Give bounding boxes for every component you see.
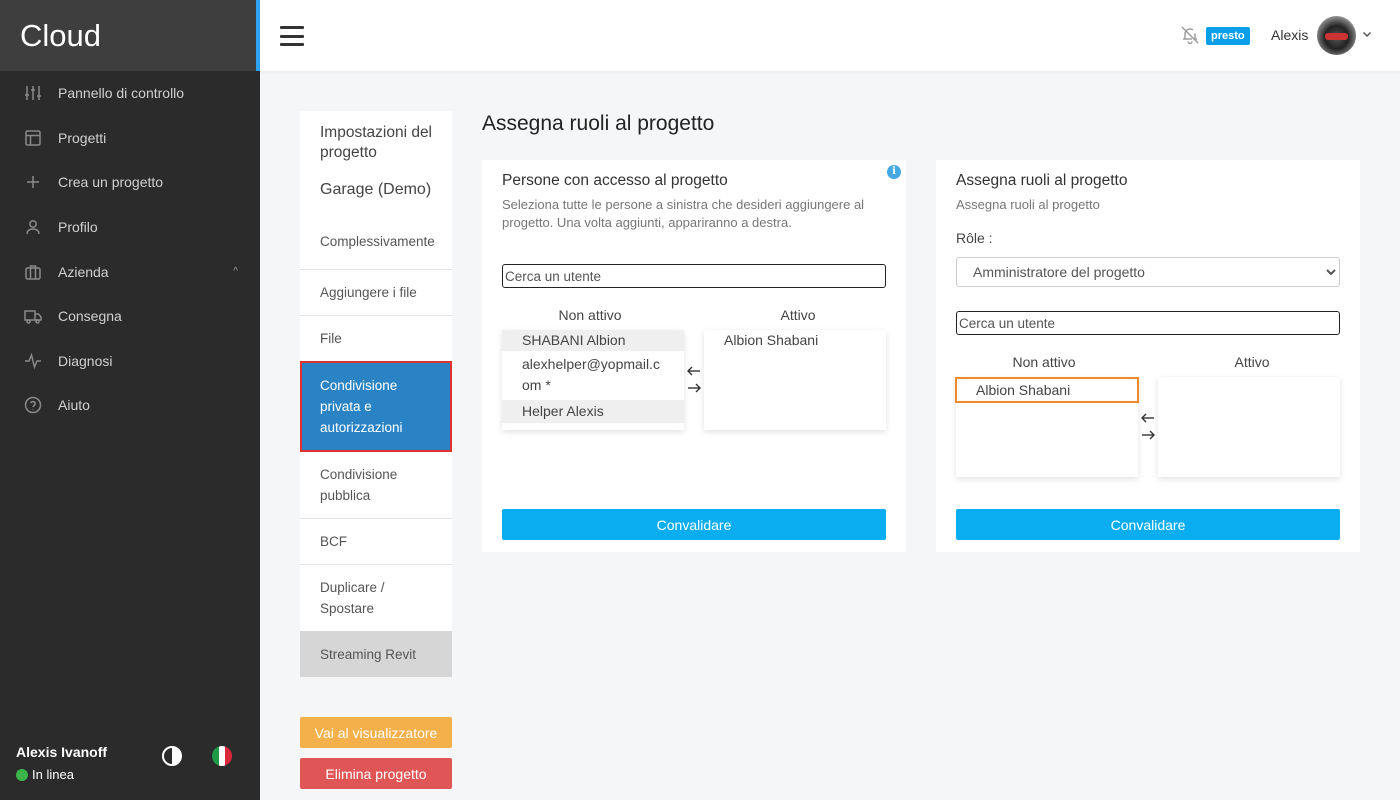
- italian-flag-icon[interactable]: [212, 746, 232, 766]
- sidebar-item-label: Aiuto: [58, 397, 90, 414]
- sidebar-item-label: Consegna: [58, 308, 122, 325]
- transfer-arrows-icon[interactable]: [1141, 410, 1155, 444]
- sidebar-item-label: Pannello di controllo: [58, 85, 185, 102]
- chevron-down-icon[interactable]: [1362, 29, 1372, 39]
- info-icon[interactable]: i: [887, 165, 901, 179]
- sidebar-item-label: Progetti: [58, 129, 107, 146]
- settings-item-bcf[interactable]: BCF: [300, 518, 452, 564]
- bell-off-icon[interactable]: [1180, 25, 1200, 45]
- avatar[interactable]: [1317, 16, 1356, 55]
- list-item[interactable]: Albion Shabani: [704, 330, 886, 351]
- delete-project-button[interactable]: Elimina progetto: [300, 758, 452, 789]
- sidebar-item-label: Azienda: [58, 263, 109, 280]
- page-title: Assegna ruoli al progetto: [482, 112, 715, 135]
- access-card-title: Persone con accesso al progetto: [502, 172, 728, 189]
- settings-heading: Impostazioni del progetto: [300, 111, 452, 163]
- sidebar-item-label: Profilo: [58, 219, 98, 236]
- list-item[interactable]: SHABANI Albion: [502, 330, 684, 351]
- inactive-column-label: Non attivo: [558, 307, 622, 323]
- topbar-username[interactable]: Alexis: [1271, 27, 1308, 43]
- sidebar-item-delivery[interactable]: Consegna: [0, 294, 260, 339]
- access-search-input[interactable]: [502, 264, 886, 288]
- sidebar-user-status: In linea: [16, 767, 246, 782]
- contrast-toggle-icon[interactable]: [162, 746, 182, 766]
- layout-icon: [25, 130, 41, 146]
- sidebar-item-label: Diagnosi: [58, 352, 113, 369]
- project-name: Garage (Demo): [300, 163, 452, 213]
- active-column-label: Attivo: [1234, 354, 1270, 370]
- sidebar-item-label: Crea un progetto: [58, 174, 164, 191]
- access-card: i Persone con accesso al progetto Selezi…: [482, 160, 906, 552]
- active-column-label: Attivo: [780, 307, 816, 323]
- presto-badge: presto: [1206, 27, 1250, 45]
- briefcase-icon: [25, 264, 41, 280]
- settings-item-add-files[interactable]: Aggiungere i file: [300, 269, 452, 315]
- access-card-subtitle: Seleziona tutte le persone a sinistra ch…: [502, 197, 865, 230]
- inactive-roles-list: Albion Shabani: [955, 377, 1139, 477]
- truck-icon: [24, 310, 42, 325]
- go-to-viewer-button[interactable]: Vai al visualizzatore: [300, 717, 452, 748]
- sidebar-user: Alexis Ivanoff In linea: [16, 744, 246, 782]
- hamburger-menu-icon[interactable]: [280, 26, 304, 46]
- validate-roles-button[interactable]: Convalidare: [956, 509, 1340, 540]
- sidebar-item-projects[interactable]: Progetti: [0, 116, 260, 161]
- project-settings-menu: Impostazioni del progetto Garage (Demo) …: [300, 111, 452, 677]
- list-item[interactable]: alexhelper@yopmail.com *: [502, 351, 684, 400]
- settings-item-duplicate-move[interactable]: Duplicare / Spostare: [300, 564, 452, 631]
- app-logo[interactable]: Cloud: [0, 0, 260, 71]
- inactive-users-list: SHABANI Albion alexhelper@yopmail.com * …: [502, 330, 684, 430]
- sidebar-item-help[interactable]: Aiuto: [0, 383, 260, 428]
- sidebar: Cloud Pannello di controllo Progetti Cre…: [0, 0, 260, 800]
- role-select[interactable]: Amministratore del progetto: [956, 257, 1340, 287]
- settings-item-private-sharing[interactable]: Condivisione privata e autorizzazioni: [300, 361, 452, 452]
- roles-card-subtitle: Assegna ruoli al progetto: [956, 197, 1100, 212]
- sidebar-item-diagnosis[interactable]: Diagnosi: [0, 339, 260, 384]
- sidebar-item-company[interactable]: Azienda ^: [0, 249, 260, 294]
- transfer-arrows-icon[interactable]: [687, 363, 701, 397]
- online-status-icon: [16, 768, 28, 781]
- sidebar-item-profile[interactable]: Profilo: [0, 205, 260, 250]
- plus-icon: [27, 176, 39, 189]
- topbar: presto Alexis: [260, 0, 1400, 71]
- chevron-up-icon: ^: [233, 266, 238, 278]
- active-roles-list: [1158, 377, 1340, 477]
- help-circle-icon: [24, 397, 42, 414]
- sidebar-nav: Pannello di controllo Progetti Crea un p…: [0, 71, 260, 428]
- user-icon: [26, 220, 40, 235]
- sidebar-item-create-project[interactable]: Crea un progetto: [0, 160, 260, 205]
- roles-card: Assegna ruoli al progetto Assegna ruoli …: [936, 160, 1360, 552]
- list-item[interactable]: Helper Alexis: [502, 400, 684, 423]
- settings-item-overview[interactable]: Complessivamente: [300, 213, 452, 269]
- validate-access-button[interactable]: Convalidare: [502, 509, 886, 540]
- status-label: In linea: [32, 767, 74, 782]
- role-label: Rôle :: [956, 230, 993, 246]
- settings-item-files[interactable]: File: [300, 315, 452, 361]
- settings-item-public-sharing[interactable]: Condivisione pubblica: [300, 452, 452, 518]
- sidebar-item-dashboard[interactable]: Pannello di controllo: [0, 71, 260, 116]
- settings-item-streaming-revit[interactable]: Streaming Revit: [300, 631, 452, 677]
- roles-card-title: Assegna ruoli al progetto: [956, 172, 1128, 189]
- inactive-column-label: Non attivo: [1012, 354, 1076, 370]
- list-item[interactable]: Albion Shabani: [955, 377, 1139, 403]
- sliders-icon: [25, 86, 41, 101]
- roles-search-input[interactable]: [956, 311, 1340, 335]
- active-users-list: Albion Shabani: [704, 330, 886, 430]
- activity-icon: [25, 352, 41, 370]
